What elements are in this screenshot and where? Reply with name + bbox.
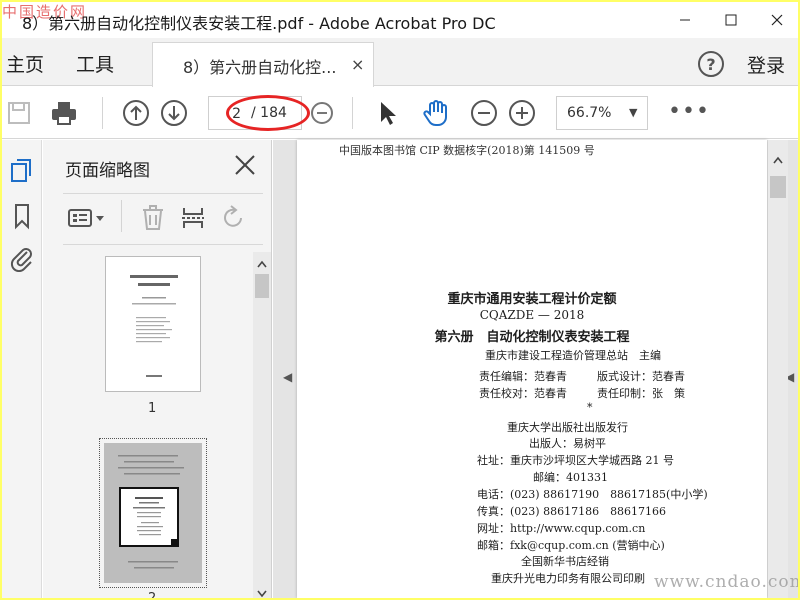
maximize-icon: [725, 14, 737, 26]
thumbnail-list: 1: [43, 252, 253, 598]
acrobat-window: 中国造价网 8）第六册自动化控制仪表安装工程.pdf - Adobe Acrob…: [2, 2, 798, 598]
tab-bar: 主页 工具 8）第六册自动化控... × ? 登录: [2, 38, 798, 87]
close-icon: [771, 14, 783, 26]
page-thumbnail-2[interactable]: [99, 438, 207, 588]
compiler: 重庆市建设工程造价管理总站 主编: [485, 349, 661, 362]
thumbnails-panel: 页面缩略图 1: [43, 140, 272, 598]
collapse-left-icon[interactable]: ◀: [283, 370, 292, 384]
zoom-value: 66.7%: [567, 105, 612, 121]
save-icon[interactable]: [6, 99, 34, 127]
printer: 重庆升光电力印务有限公司印刷: [491, 572, 645, 585]
page-thumbnails-icon[interactable]: [8, 156, 36, 184]
delete-page-icon[interactable]: [139, 204, 167, 232]
tab-document[interactable]: 8）第六册自动化控... ×: [152, 42, 374, 87]
scroll-down-icon[interactable]: [257, 590, 267, 598]
page-1-preview: [130, 275, 178, 377]
book-title: 重庆市通用安装工程计价定额: [447, 292, 617, 307]
select-cursor-icon[interactable]: [374, 99, 402, 127]
zoom-in-icon[interactable]: [508, 99, 536, 127]
visible-area-indicator[interactable]: [119, 487, 179, 547]
scroll-up-icon[interactable]: [773, 156, 783, 164]
close-window-button[interactable]: [754, 2, 798, 38]
site-watermark-bottom: www.cndao.com: [654, 572, 798, 592]
thumbnail-options-icon[interactable]: [67, 204, 107, 232]
page-thumbnail-label: 2: [148, 591, 156, 598]
scroll-up-icon[interactable]: [257, 260, 267, 268]
phone: 电话：(023) 88617190 88617185(中小学): [477, 488, 708, 501]
fax: 传真：(023) 88617186 88617166: [477, 505, 667, 518]
next-page-icon[interactable]: [160, 99, 188, 127]
distributor: 全国新华书店经销: [521, 555, 609, 568]
zoom-select[interactable]: 66.7% ▼: [556, 96, 648, 130]
address: 社址：重庆市沙坪坝区大学城西路 21 号: [477, 454, 674, 467]
issuer: 出版人：易树平: [529, 437, 606, 450]
title-bar: 中国造价网 8）第六册自动化控制仪表安装工程.pdf - Adobe Acrob…: [2, 2, 798, 38]
cip-line: 中国版本图书馆 CIP 数据核字(2018)第 141509 号: [339, 144, 595, 157]
more-tools-button[interactable]: •••: [668, 99, 710, 124]
page-mode-icon[interactable]: [308, 99, 336, 127]
previous-page-icon[interactable]: [122, 99, 150, 127]
rotate-page-icon[interactable]: [219, 204, 247, 232]
toolbar: / 184 66.7% ▼ •••: [2, 87, 798, 139]
proofreader: 责任校对：范春青: [479, 387, 567, 400]
document-view: ◀ 中国版本图书馆 CIP 数据核字(2018)第 141509 号 重庆市通用…: [273, 140, 798, 598]
thumbnails-title: 页面缩略图: [65, 161, 150, 181]
website: 网址：http://www.cqup.com.cn: [477, 522, 646, 535]
minimize-icon: [680, 19, 690, 21]
maximize-button[interactable]: [708, 2, 754, 38]
book-code: CQAZDE — 2018: [479, 308, 585, 322]
extract-page-icon[interactable]: [179, 204, 207, 232]
minimize-button[interactable]: [662, 2, 708, 38]
tab-document-label: 8）第六册自动化控...: [183, 58, 337, 77]
page-2-preview: [104, 443, 202, 583]
postcode: 邮编：401331: [533, 471, 608, 484]
editor: 责任编辑：范春青: [479, 370, 567, 383]
highlight-ellipse: [226, 95, 310, 131]
zoom-out-icon[interactable]: [470, 99, 498, 127]
document-scrollbar[interactable]: [768, 140, 788, 598]
menu-home[interactable]: 主页: [6, 50, 44, 77]
window-title: 8）第六册自动化控制仪表安装工程.pdf - Adobe Acrobat Pro…: [22, 14, 496, 33]
email: 邮箱：fxk@cqup.com.cn (营销中心): [477, 539, 665, 552]
print-manager: 责任印制：张 策: [597, 387, 685, 400]
toolbar-divider: [352, 97, 353, 129]
hand-tool-icon[interactable]: [422, 99, 450, 127]
panel-divider: [63, 193, 263, 194]
close-panel-icon[interactable]: [233, 153, 257, 177]
toolbar-divider: [102, 97, 103, 129]
navigation-rail: [2, 140, 42, 598]
bookmark-icon[interactable]: [8, 202, 36, 230]
designer: 版式设计：范春青: [597, 370, 685, 383]
attachment-icon[interactable]: [8, 244, 36, 272]
publisher: 重庆大学出版社出版发行: [507, 421, 628, 434]
panel-divider: [63, 244, 263, 245]
book-volume: 第六册 自动化控制仪表安装工程: [434, 330, 630, 345]
star-mark: *: [587, 401, 593, 414]
menu-tools[interactable]: 工具: [76, 50, 114, 77]
tab-close-icon[interactable]: ×: [351, 55, 364, 74]
panel-tool-divider: [121, 200, 122, 232]
page-thumbnail-1[interactable]: [105, 256, 201, 392]
help-icon[interactable]: ?: [698, 51, 724, 77]
page-thumbnail-label: 1: [148, 401, 157, 416]
print-icon[interactable]: [50, 99, 78, 127]
thumbnail-scrollbar[interactable]: [253, 252, 271, 598]
document-scroll-thumb[interactable]: [770, 176, 786, 198]
thumbnail-scroll-thumb[interactable]: [255, 274, 269, 298]
visible-area-lines: [133, 497, 177, 545]
login-button[interactable]: 登录: [747, 51, 785, 78]
pdf-page: 中国版本图书馆 CIP 数据核字(2018)第 141509 号 重庆市通用安装…: [297, 140, 767, 598]
chevron-down-icon: ▼: [629, 106, 638, 119]
